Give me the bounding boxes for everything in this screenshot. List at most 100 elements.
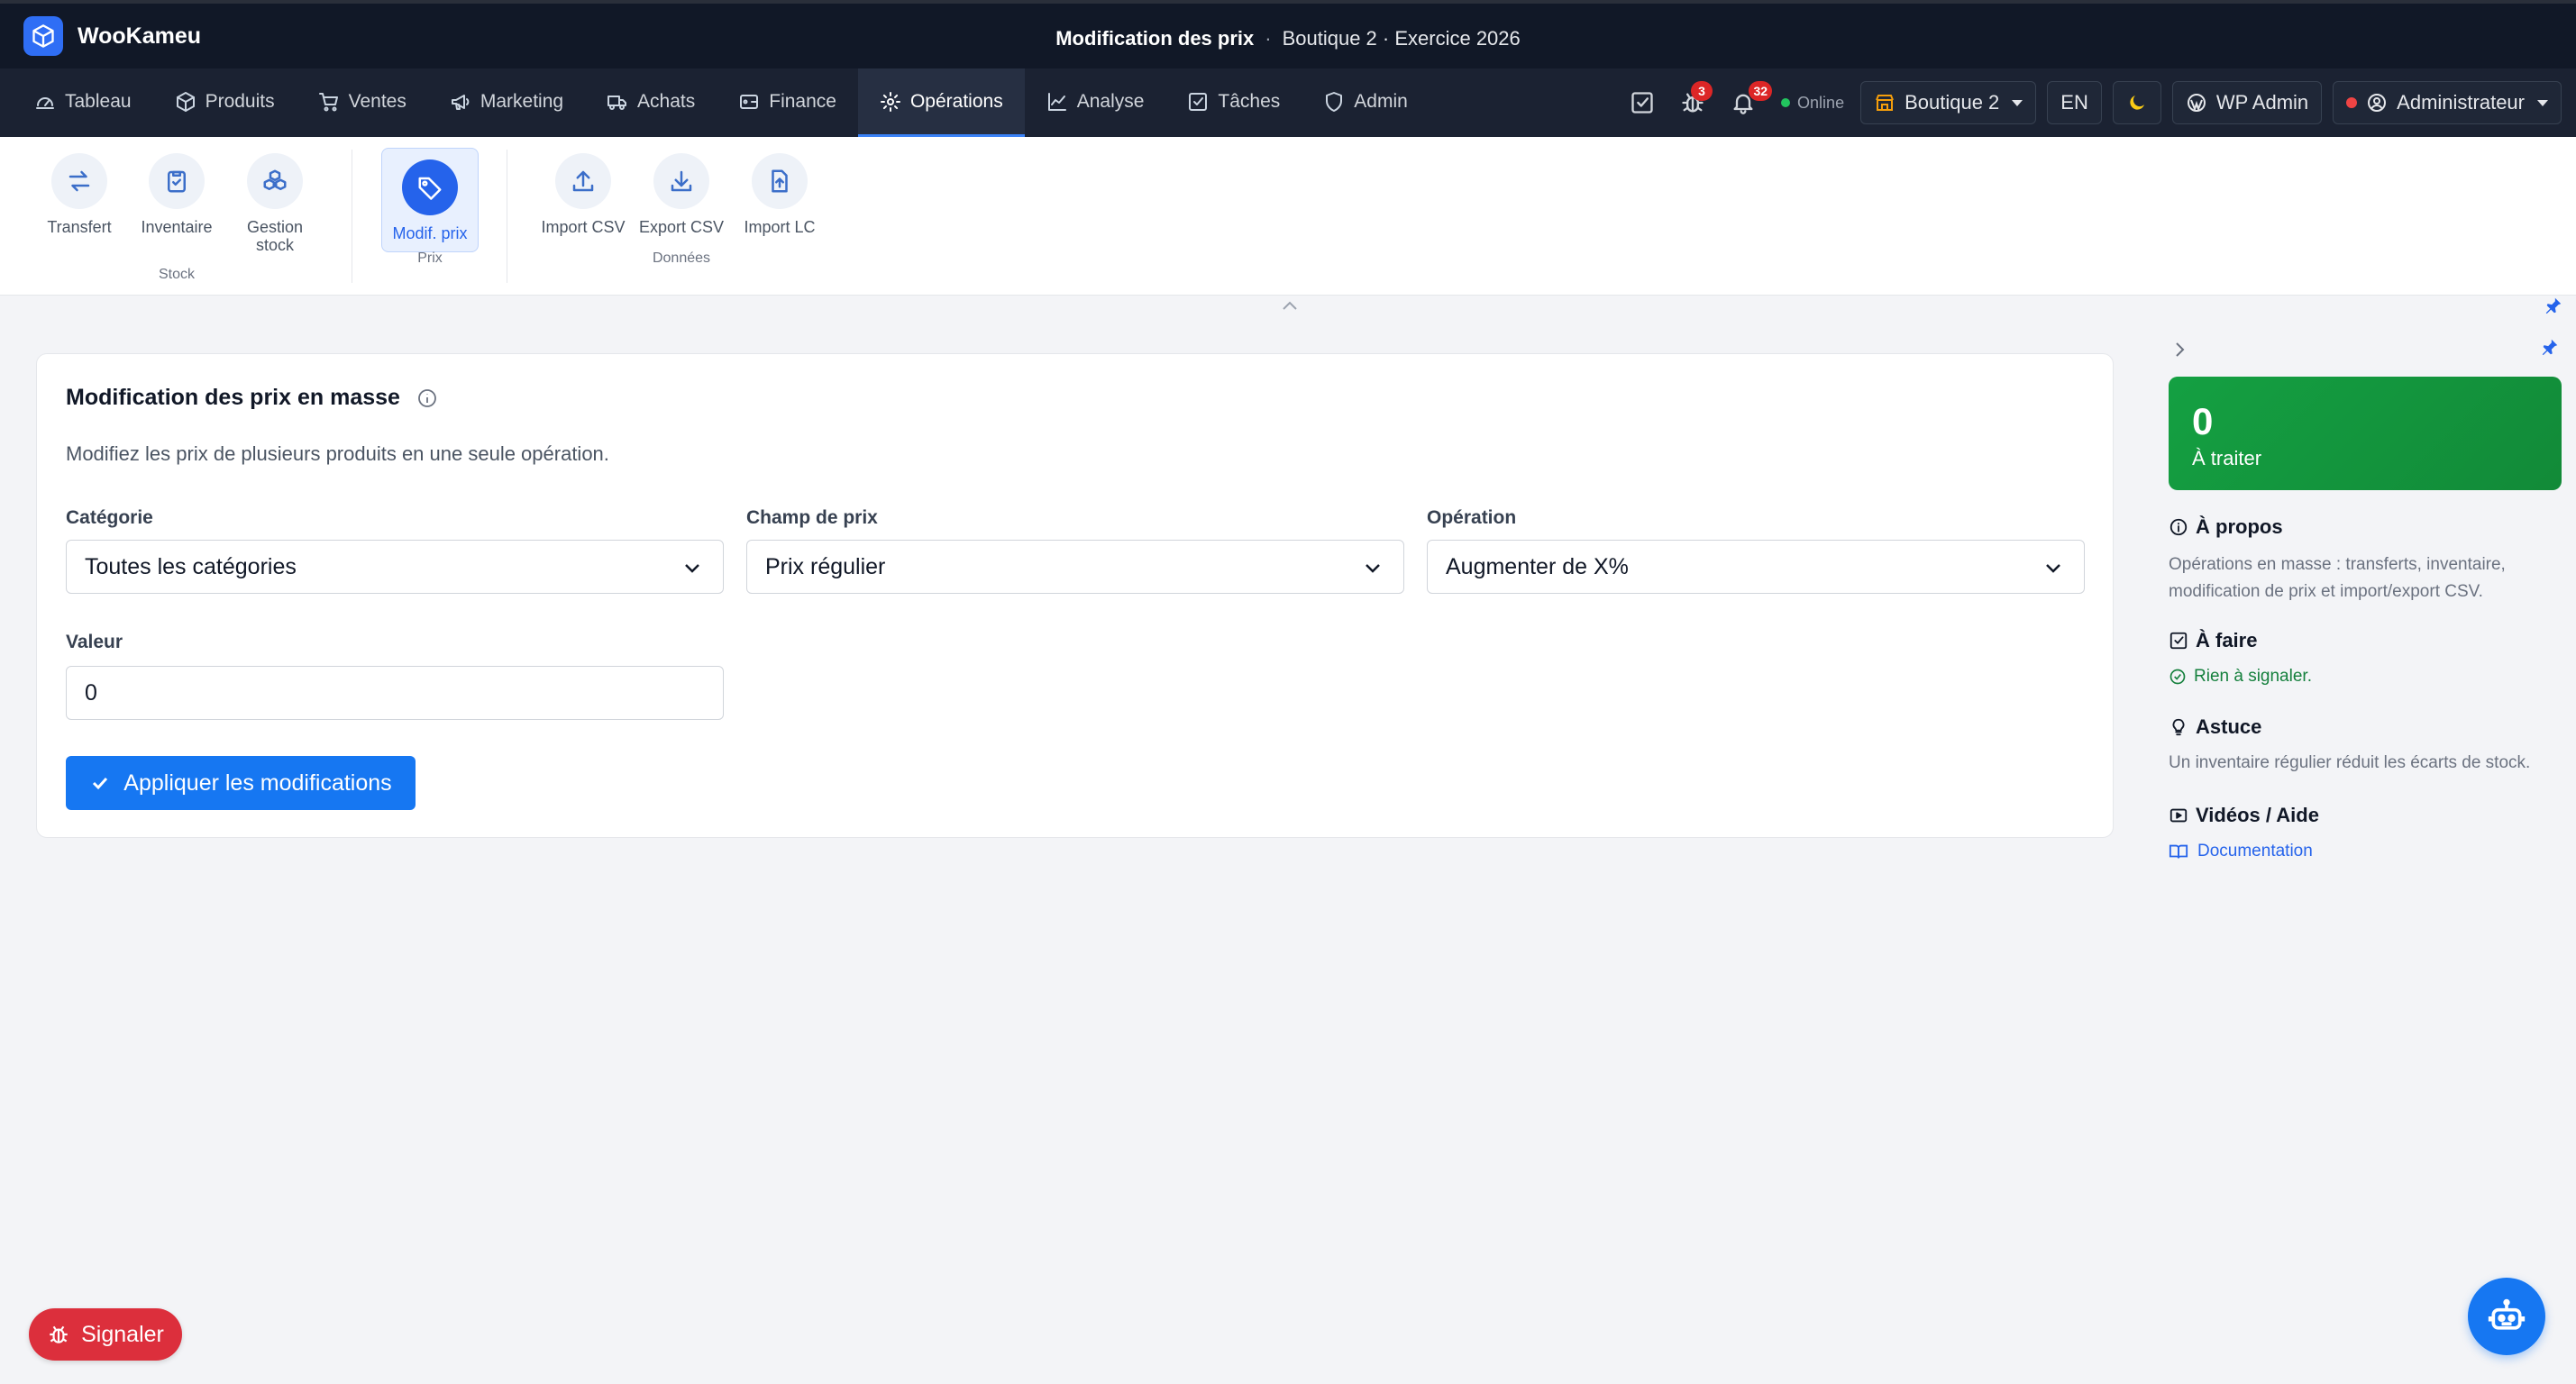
language-label: EN <box>2060 91 2088 114</box>
video-icon <box>2170 808 2188 823</box>
gear-icon <box>880 91 900 112</box>
nav-item-taches[interactable]: Tâches <box>1165 68 1302 137</box>
boxes-icon <box>263 169 287 190</box>
chevron-down-icon <box>2046 564 2060 573</box>
swap-icon <box>69 170 90 192</box>
ribbon-group-donnees: Données <box>652 250 711 266</box>
user-circle-icon <box>2368 94 2387 112</box>
nav-item-produits[interactable]: Produits <box>153 68 297 137</box>
value-input[interactable] <box>66 666 724 720</box>
nav-label: Opérations <box>909 90 1003 112</box>
bug-count-badge: 3 <box>1691 81 1713 101</box>
tasks-check-button[interactable] <box>1622 83 1662 123</box>
collapse-panel-chevron-icon[interactable] <box>2170 339 2188 360</box>
box-icon <box>176 91 195 112</box>
bulk-price-card: Modification des prix en masse Modifiez … <box>36 353 2114 838</box>
wordpress-icon <box>2187 94 2206 112</box>
operation-select[interactable]: Augmenter de X% <box>1427 540 2085 594</box>
category-select[interactable]: Toutes les catégories <box>66 540 724 594</box>
check-icon <box>93 777 108 790</box>
nav-item-achats[interactable]: Achats <box>585 68 717 137</box>
title-bar: WooKameu Modification des prix · Boutique … <box>0 0 2576 68</box>
store-selector-label: Boutique 2 <box>1905 91 2000 114</box>
user-status-dot-icon <box>2346 97 2358 108</box>
nav-item-ventes[interactable]: Ventes <box>297 68 428 137</box>
card-title: Modification des prix en masse <box>66 385 438 411</box>
pin-panel-icon[interactable] <box>2540 337 2560 357</box>
cart-icon <box>318 92 338 111</box>
caret-down-icon <box>2537 99 2548 106</box>
nav-label: Tâches <box>1218 90 1281 112</box>
nav-item-operations[interactable]: Opérations <box>857 68 1025 137</box>
ribbon-gestion-stock[interactable]: Gestion stock <box>230 153 320 254</box>
checkbox-icon <box>2170 632 2188 650</box>
tag-icon <box>418 177 442 200</box>
check-circle-icon <box>2170 669 2186 685</box>
ribbon-import-csv[interactable]: Import CSV <box>538 153 628 236</box>
card-subtitle: Modifiez les prix de plusieurs produits … <box>66 442 609 465</box>
nav-item-analyse[interactable]: Analyse <box>1025 68 1166 137</box>
user-name: Administrateur <box>2397 91 2525 114</box>
collapse-ribbon-chevron-icon[interactable] <box>1280 299 1300 312</box>
ribbon-export-csv[interactable]: Export CSV <box>636 153 726 236</box>
store-icon <box>1876 95 1895 111</box>
user-menu[interactable]: Administrateur <box>2333 81 2562 124</box>
price-field-select[interactable]: Prix régulier <box>746 540 1404 594</box>
shield-icon <box>1326 91 1343 112</box>
nav-label: Ventes <box>348 90 406 112</box>
ribbon-label: Import LC <box>744 218 816 236</box>
notifications-button[interactable]: 32 <box>1723 81 1773 123</box>
todo-text: Rien à signaler. <box>2194 667 2312 686</box>
videos-heading: Vidéos / Aide <box>2169 804 2319 827</box>
title-separator: · <box>1265 27 1272 50</box>
file-upload-icon <box>772 169 788 193</box>
chart-line-icon <box>1047 92 1066 111</box>
notification-count-badge: 32 <box>1749 81 1773 101</box>
ribbon-inventaire[interactable]: Inventaire <box>132 153 222 236</box>
nav-item-admin[interactable]: Admin <box>1302 68 1430 137</box>
info-icon[interactable] <box>416 387 438 409</box>
about-heading: À propos <box>2169 515 2283 539</box>
operation-label: Opération <box>1427 507 1517 528</box>
documentation-link[interactable]: Documentation <box>2169 842 2313 861</box>
download-icon <box>671 170 692 192</box>
tip-title: Astuce <box>2196 715 2262 738</box>
nav-label: Admin <box>1354 90 1408 112</box>
language-button[interactable]: EN <box>2047 81 2102 124</box>
chevron-down-icon <box>685 564 699 573</box>
todo-title: À faire <box>2196 629 2258 651</box>
apply-changes-button[interactable]: Appliquer les modifications <box>66 756 416 810</box>
info-icon <box>2170 518 2188 536</box>
wp-admin-label: WP Admin <box>2215 91 2309 114</box>
chevron-down-icon <box>1366 564 1380 573</box>
dashboard-icon <box>36 96 54 109</box>
title-context: Boutique 2 · Exercice 2026 <box>1282 27 1521 50</box>
wallet-icon <box>740 94 759 109</box>
category-select-value: Toutes les catégories <box>85 553 297 579</box>
bug-report-button[interactable]: 3 <box>1673 81 1713 123</box>
nav-item-finance[interactable]: Finance <box>717 68 858 137</box>
dark-mode-toggle[interactable] <box>2112 81 2161 124</box>
pin-ribbon-icon[interactable] <box>2544 296 2563 315</box>
ribbon-modif-prix[interactable]: Modif. prix <box>381 148 479 252</box>
assistant-bot-button[interactable] <box>2468 1278 2545 1355</box>
megaphone-icon <box>451 94 470 110</box>
ribbon-import-lc[interactable]: Import LC <box>735 153 825 236</box>
documentation-link-label: Documentation <box>2197 842 2313 860</box>
report-bug-button[interactable]: Signaler <box>29 1308 182 1361</box>
window-title: Modification des prix · Boutique 2 · Exerc… <box>0 27 2576 50</box>
wp-admin-button[interactable]: WP Admin <box>2171 81 2323 124</box>
tip-heading: Astuce <box>2169 715 2261 739</box>
clipboard-icon <box>168 170 186 193</box>
ribbon-label: Export CSV <box>638 218 725 236</box>
ribbon-label: Gestion stock <box>246 218 304 254</box>
store-selector[interactable]: Boutique 2 <box>1860 81 2037 124</box>
ribbon-transfert[interactable]: Transfert <box>34 153 124 236</box>
operation-select-value: Augmenter de X% <box>1446 553 1629 579</box>
about-title: À propos <box>2196 515 2283 538</box>
card-title-text: Modification des prix en masse <box>66 385 400 410</box>
nav-label: Tableau <box>65 90 132 112</box>
todo-heading: À faire <box>2169 629 2257 652</box>
nav-item-marketing[interactable]: Marketing <box>428 68 585 137</box>
nav-item-tableau[interactable]: Tableau <box>13 68 153 137</box>
